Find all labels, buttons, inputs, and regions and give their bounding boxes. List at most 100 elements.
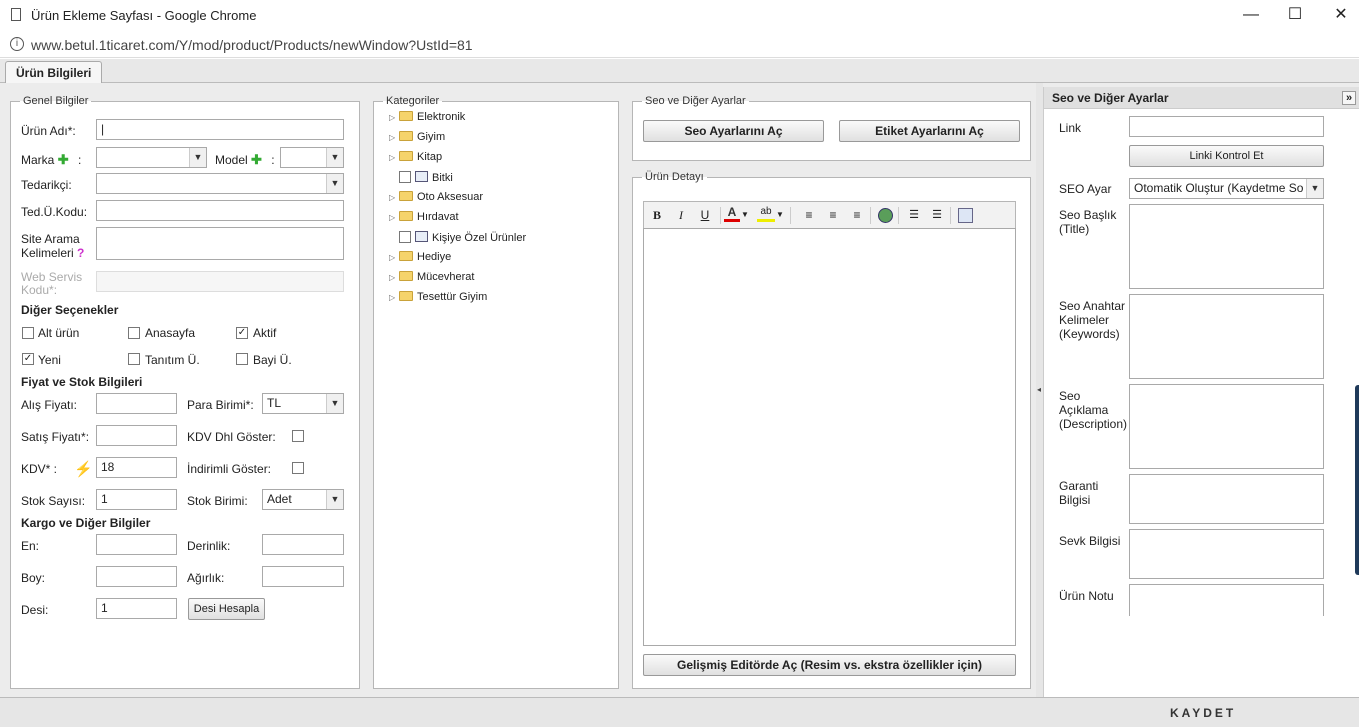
yeni-checkbox[interactable]: ✓ (22, 353, 34, 365)
marka-select[interactable]: ▼ (96, 147, 207, 168)
category-item[interactable]: ▷ Tesettür Giyim (389, 291, 487, 309)
ted-kodu-input[interactable] (96, 200, 344, 221)
tedarikci-select[interactable]: ▼ (96, 173, 344, 194)
tanitim-checkbox[interactable] (128, 353, 140, 365)
chevron-down-icon[interactable]: ▼ (775, 205, 785, 225)
unordered-list-icon[interactable]: ☰ (927, 205, 947, 225)
expand-arrow-icon[interactable]: ▷ (389, 293, 399, 302)
source-code-icon[interactable] (958, 208, 973, 223)
fiyat-stok-title: Fiyat ve Stok Bilgileri (21, 375, 143, 389)
boy-input[interactable] (96, 566, 177, 587)
desi-input[interactable]: 1 (96, 598, 177, 619)
category-label: Tesettür Giyim (417, 291, 488, 303)
kdv-input[interactable]: 18 (96, 457, 177, 478)
category-item[interactable]: Kişiye Özel Ürünler (389, 231, 526, 249)
etiket-ayarlari-button[interactable]: Etiket Ayarlarını Aç (839, 120, 1020, 142)
save-button[interactable]: KAYDET (1170, 706, 1236, 720)
expand-arrow-icon[interactable]: ▷ (389, 273, 399, 282)
category-item[interactable]: ▷ Mücevherat (389, 271, 474, 289)
en-input[interactable] (96, 534, 177, 555)
seo-ayar-select[interactable]: Otomatik Oluştur (Kaydetme So ▼ (1129, 178, 1324, 199)
seo-anahtar-textarea[interactable] (1129, 294, 1324, 379)
expand-arrow-icon[interactable]: ▷ (389, 113, 399, 122)
expand-arrow-icon[interactable]: ▷ (389, 253, 399, 262)
align-center-icon[interactable]: ≡ (823, 205, 843, 225)
panel-splitter[interactable]: ◂ (1036, 83, 1043, 697)
lightning-icon[interactable]: ⚡ (74, 460, 93, 478)
kdv-dhl-checkbox[interactable] (292, 430, 304, 442)
underline-button[interactable]: U (695, 205, 715, 225)
collapse-panel-icon[interactable]: » (1342, 91, 1356, 105)
category-item[interactable]: ▷ Giyim (389, 131, 445, 149)
close-button[interactable]: ✕ (1326, 4, 1356, 26)
diger-secenekler-title: Diğer Seçenekler (21, 303, 119, 317)
urun-adi-input[interactable]: | (96, 119, 344, 140)
expand-arrow-icon[interactable]: ▷ (389, 193, 399, 202)
expand-arrow-icon[interactable]: ▷ (389, 213, 399, 222)
seo-aciklama-textarea[interactable] (1129, 384, 1324, 469)
product-detail-editor[interactable] (643, 228, 1016, 646)
model-select[interactable]: ▼ (280, 147, 344, 168)
bold-button[interactable]: B (647, 205, 667, 225)
site-arama-input[interactable] (96, 227, 344, 260)
indirimli-checkbox[interactable] (292, 462, 304, 474)
seo-anahtar-label: Seo Anahtar Kelimeler (Keywords) (1059, 299, 1126, 341)
category-checkbox[interactable] (399, 231, 411, 243)
urun-notu-textarea[interactable] (1129, 584, 1324, 616)
category-item[interactable]: ▷ Oto Aksesuar (389, 191, 483, 209)
highlight-button[interactable]: ab (757, 204, 775, 222)
tab-urun-bilgileri[interactable]: Ürün Bilgileri (5, 61, 103, 83)
toolbar-divider (870, 207, 871, 224)
satis-fiyati-label: Satış Fiyatı*: (21, 430, 90, 444)
align-right-icon[interactable]: ≡ (847, 205, 867, 225)
url-text[interactable]: www.betul.1ticaret.com/Y/mod/product/Pro… (31, 37, 473, 53)
alt-urun-checkbox[interactable] (22, 327, 34, 339)
stok-sayisi-input[interactable]: 1 (96, 489, 177, 510)
chevron-down-icon[interactable]: ▼ (740, 205, 750, 225)
italic-button[interactable]: I (671, 205, 691, 225)
maximize-button[interactable]: ☐ (1280, 4, 1310, 26)
stok-birimi-select[interactable]: Adet ▼ (262, 489, 344, 510)
para-birimi-select[interactable]: TL ▼ (262, 393, 344, 414)
expand-arrow-icon[interactable]: ▷ (389, 133, 399, 142)
category-item[interactable]: Bitki (389, 171, 453, 189)
agirlik-label: Ağırlık: (187, 571, 225, 585)
link-input[interactable] (1129, 116, 1324, 137)
info-icon[interactable]: i (10, 37, 24, 51)
satis-fiyati-input[interactable] (96, 425, 177, 446)
category-item[interactable]: ▷ Hırdavat (389, 211, 459, 229)
side-scroll-handle[interactable] (1355, 385, 1359, 575)
align-left-icon[interactable]: ≡ (799, 205, 819, 225)
desi-hesapla-button[interactable]: Desi Hesapla (188, 598, 265, 620)
seo-ayarlari-button[interactable]: Seo Ayarlarını Aç (643, 120, 824, 142)
link-check-button[interactable]: Linki Kontrol Et (1129, 145, 1324, 167)
add-model-icon[interactable]: ✚ (251, 152, 262, 167)
seo-baslik-textarea[interactable] (1129, 204, 1324, 289)
footer-bar: KAYDET (0, 697, 1359, 727)
category-item[interactable]: ▷ Elektronik (389, 111, 465, 129)
alis-fiyati-input[interactable] (96, 393, 177, 414)
garanti-textarea[interactable] (1129, 474, 1324, 524)
aktif-checkbox[interactable]: ✓ (236, 327, 248, 339)
bayi-checkbox[interactable] (236, 353, 248, 365)
categories-legend: Kategoriler (386, 95, 440, 107)
minimize-button[interactable]: — (1236, 4, 1266, 26)
sevk-textarea[interactable] (1129, 529, 1324, 579)
add-marka-icon[interactable]: ✚ (58, 152, 69, 167)
category-item[interactable]: ▷ Hediye (389, 251, 451, 269)
advanced-editor-button[interactable]: Gelişmiş Editörde Aç (Resim vs. ekstra ö… (643, 654, 1016, 676)
category-checkbox[interactable] (399, 171, 411, 183)
splitter-arrow-icon[interactable]: ◂ (1037, 385, 1041, 394)
expand-arrow-icon[interactable]: ▷ (389, 153, 399, 162)
link-icon[interactable] (878, 208, 893, 223)
alis-fiyati-label: Alış Fiyatı: (21, 398, 78, 412)
marka-label: Marka ✚ : (21, 152, 82, 167)
help-icon[interactable]: ? (77, 246, 84, 260)
category-item[interactable]: ▷ Kitap (389, 151, 442, 169)
agirlik-input[interactable] (262, 566, 344, 587)
ordered-list-icon[interactable]: ☰ (904, 205, 924, 225)
derinlik-input[interactable] (262, 534, 344, 555)
seo-ayar-label: SEO Ayar (1059, 182, 1112, 196)
anasayfa-checkbox[interactable] (128, 327, 140, 339)
font-color-button[interactable]: A (724, 204, 740, 222)
